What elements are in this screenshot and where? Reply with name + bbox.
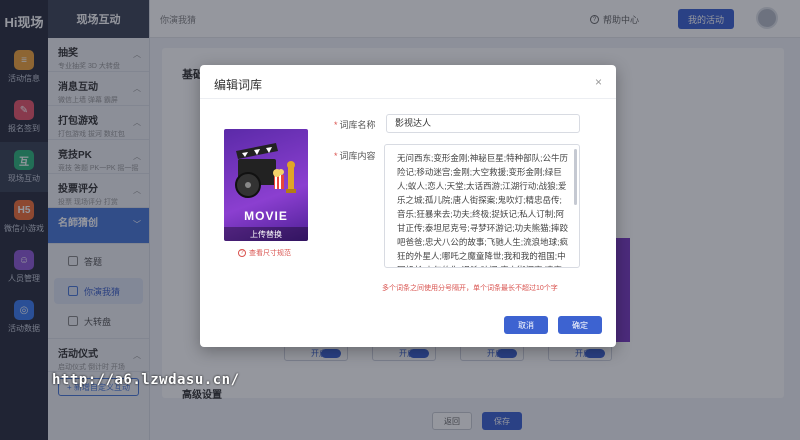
- upload-replace-button[interactable]: 上传替换: [224, 227, 308, 241]
- question-icon: ?: [238, 249, 246, 257]
- wordbank-content-textarea[interactable]: 无问西东;变形金刚;神秘巨星;特种部队;公牛历险记;移动迷宫;金刚;大空救援;变…: [384, 144, 580, 268]
- size-spec-link[interactable]: ? 查看尺寸规范: [238, 248, 291, 258]
- wordbank-name-label: * 词库名称: [334, 120, 376, 130]
- wordbank-content-text: 无问西东;变形金刚;神秘巨星;特种部队;公牛历险记;移动迷宫;金刚;大空救援;变…: [397, 153, 568, 267]
- close-icon[interactable]: ×: [595, 75, 602, 89]
- cancel-button[interactable]: 取消: [504, 316, 548, 334]
- cover-image[interactable]: MOVIE 上传替换: [224, 129, 308, 241]
- dialog-title: 编辑词库: [214, 78, 263, 92]
- movie-clapper-illustration: [235, 143, 296, 198]
- confirm-button[interactable]: 确定: [558, 316, 602, 334]
- wordbank-name-input[interactable]: 影视达人: [386, 114, 580, 133]
- content-hint: 多个词条之间使用分号隔开，单个词条最长不超过10个字: [382, 285, 558, 292]
- edit-wordbank-dialog: 编辑词库 × MOVIE 上传替换 ? 查看尺寸规范 * 词库名称 影视达人 * 词…: [200, 65, 616, 347]
- size-spec-label: 查看尺寸规范: [249, 250, 291, 257]
- dialog-header: 编辑词库 ×: [200, 65, 616, 99]
- watermark-url: http://a6.lzwdasu.cn/: [52, 372, 240, 388]
- textarea-scrollbar[interactable]: [574, 149, 577, 205]
- wordbank-content-label: * 词库内容: [334, 151, 376, 161]
- cover-title: MOVIE: [244, 209, 288, 223]
